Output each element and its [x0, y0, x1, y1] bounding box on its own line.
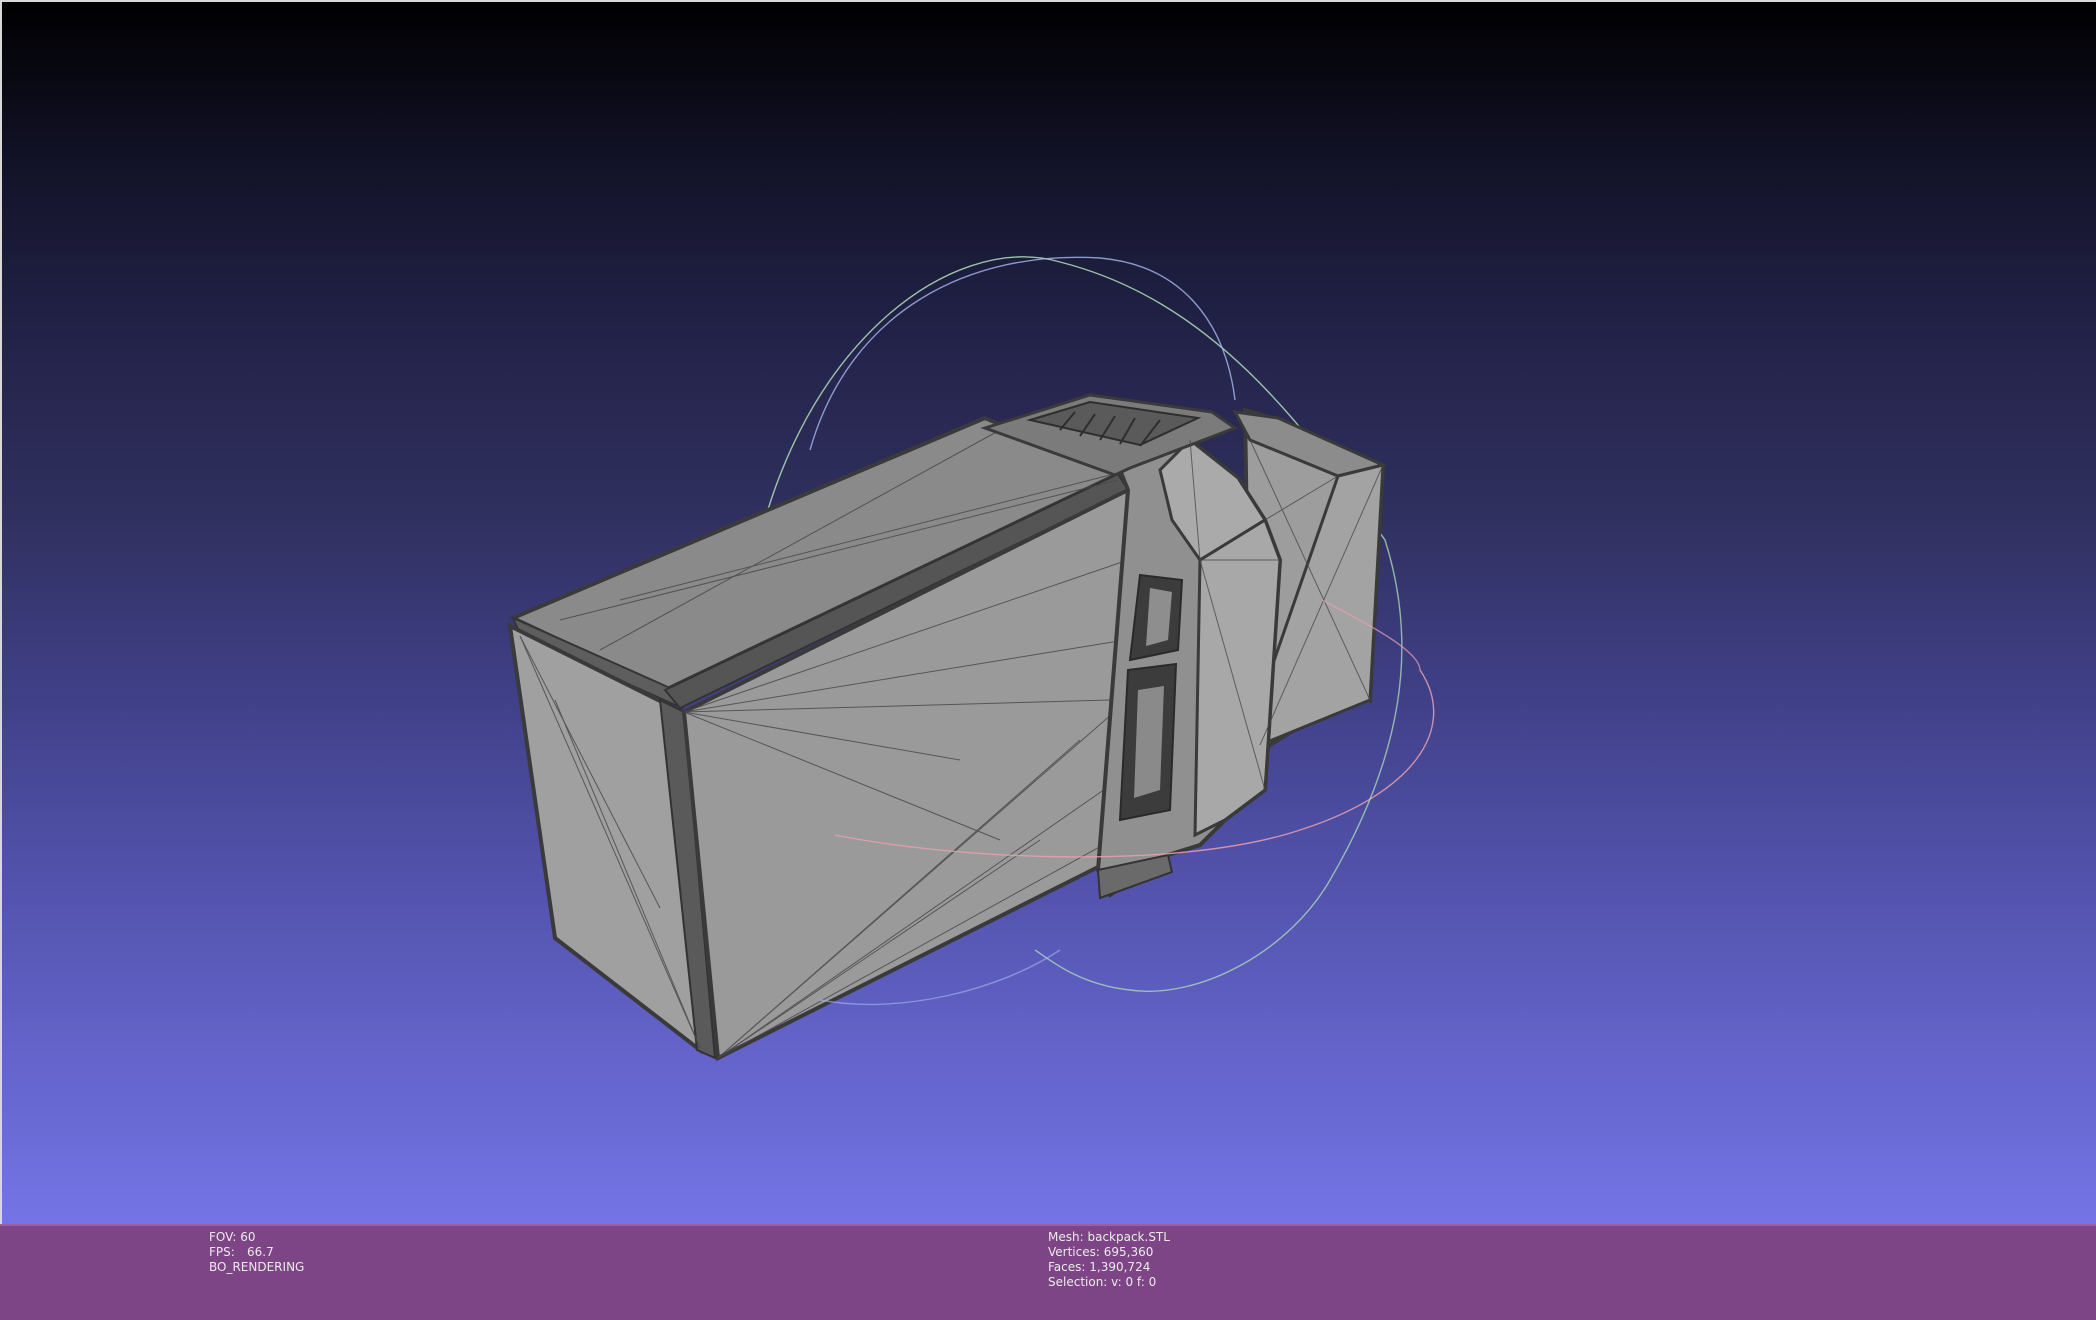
mesh-label: Mesh:: [1048, 1230, 1084, 1244]
status-info-bar: FOV: 60 FPS: 66.7 BO_RENDERING Mesh: back…: [0, 1224, 2096, 1320]
mesh-strap-inner: [1193, 517, 1282, 838]
render-mode: BO_RENDERING: [209, 1260, 305, 1274]
mesh-slot-upper-inner: [1146, 588, 1172, 646]
vertices-label: Vertices:: [1048, 1245, 1100, 1259]
fps-readout: FPS: 66.7: [209, 1245, 304, 1260]
mesh-readout: Mesh: backpack.STL: [1048, 1230, 1170, 1245]
render-info-panel: FOV: 60 FPS: 66.7 BO_RENDERING: [209, 1230, 304, 1275]
selection-label: Selection:: [1048, 1275, 1108, 1289]
fov-readout: FOV: 60: [209, 1230, 304, 1245]
mesh-slot-lower-inner: [1134, 686, 1164, 798]
vertices-value: 695,360: [1103, 1245, 1154, 1259]
selection-value: v: 0 f: 0: [1111, 1275, 1157, 1289]
selection-readout: Selection: v: 0 f: 0: [1048, 1275, 1170, 1290]
mesh-value: backpack.STL: [1087, 1230, 1170, 1244]
faces-label: Faces:: [1048, 1260, 1086, 1274]
fov-value: 60: [240, 1230, 256, 1244]
mesh-scene[interactable]: [0, 0, 2096, 1224]
fps-value: 66.7: [247, 1245, 274, 1259]
faces-readout: Faces: 1,390,724: [1048, 1260, 1170, 1275]
fps-label: FPS:: [209, 1245, 235, 1259]
3d-viewport[interactable]: [0, 0, 2096, 1224]
vertices-readout: Vertices: 695,360: [1048, 1245, 1170, 1260]
faces-value: 1,390,724: [1089, 1260, 1151, 1274]
mesh-info-panel: Mesh: backpack.STL Vertices: 695,360 Fac…: [1048, 1230, 1170, 1290]
fov-label: FOV:: [209, 1230, 237, 1244]
